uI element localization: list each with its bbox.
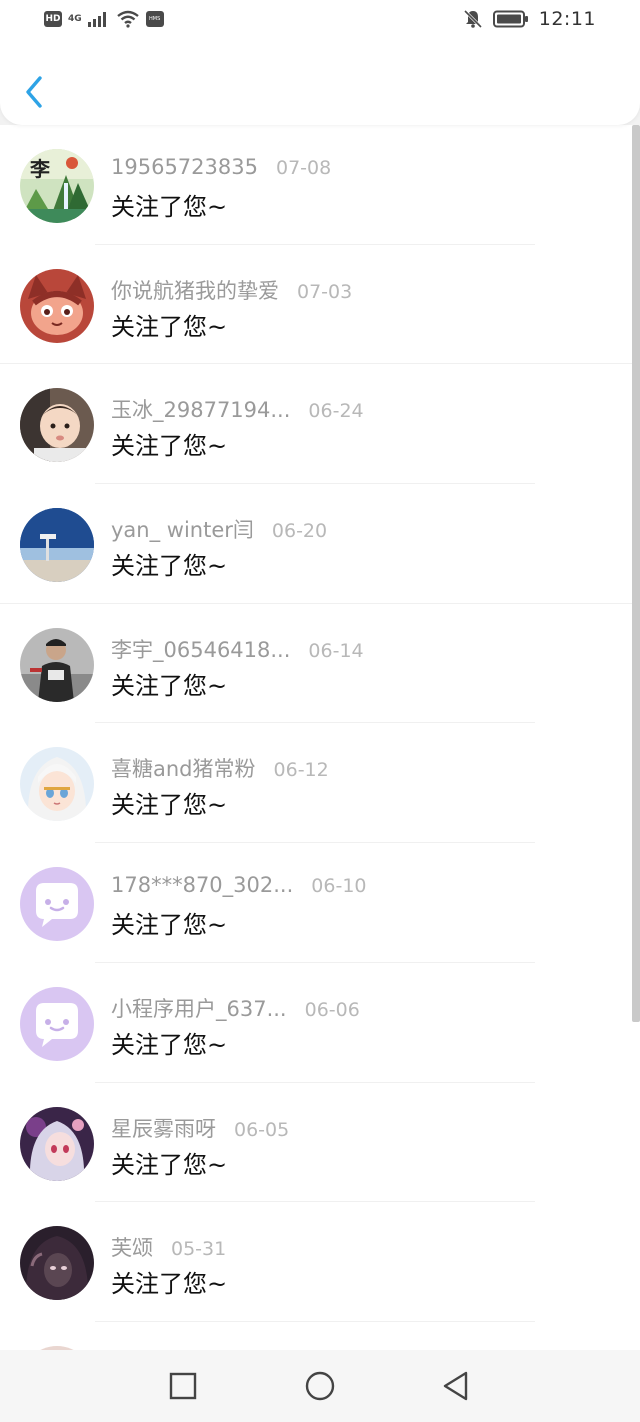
follow-message: 关注了您~	[111, 791, 228, 820]
app-header: HD 4G HMS 12:11	[0, 0, 640, 125]
battery-icon	[492, 10, 528, 28]
username[interactable]: 178***870_302...	[111, 873, 293, 897]
list-item-partial[interactable]	[0, 1322, 640, 1350]
avatar-calligraphy: 李	[30, 157, 50, 181]
follow-message: 关注了您~	[111, 911, 228, 940]
follow-message: 关注了您~	[111, 671, 228, 700]
system-navigation-bar	[0, 1350, 640, 1422]
follow-date: 06-24	[308, 400, 364, 423]
follow-notification-list: 李 19565723835 07-08 关注了您~ 你说航猪我的挚爱 07-03…	[0, 125, 640, 1350]
follow-message: 关注了您~	[111, 1030, 228, 1059]
list-item[interactable]: 玉冰_29877194... 06-24 关注了您~	[0, 364, 640, 484]
triangle-back-icon	[443, 1371, 468, 1401]
list-item[interactable]: 芙颂 05-31 关注了您~	[0, 1202, 640, 1322]
username[interactable]: 芙颂	[111, 1232, 153, 1262]
status-bar: HD 4G HMS 12:11	[0, 0, 640, 44]
list-item[interactable]: 星辰雾雨呀 06-05 关注了您~	[0, 1083, 640, 1203]
list-item[interactable]: 李宇_06546418... 06-14 关注了您~	[0, 604, 640, 724]
follow-message: 关注了您~	[111, 193, 228, 221]
follow-message: 关注了您~	[111, 552, 228, 581]
cartoon-avatar[interactable]	[20, 268, 94, 343]
follow-date: 07-03	[297, 280, 353, 303]
follow-message: 关注了您~	[111, 432, 228, 461]
follow-date: 05-31	[171, 1238, 227, 1261]
username[interactable]: 19565723835	[111, 155, 258, 179]
follow-date: 06-14	[308, 639, 364, 662]
wifi-icon	[116, 10, 139, 28]
default-chat-avatar[interactable]	[20, 986, 94, 1061]
home-button[interactable]	[304, 1370, 336, 1402]
follow-message: 关注了您~	[111, 312, 228, 341]
follow-date: 06-10	[311, 875, 367, 898]
scrollbar[interactable]	[632, 125, 640, 1022]
person-photo-avatar[interactable]	[20, 627, 94, 702]
username[interactable]: 玉冰_29877194...	[111, 394, 290, 424]
username[interactable]: 李宇_06546418...	[111, 634, 290, 664]
notifications-off-icon	[463, 9, 482, 29]
hd-icon: HD	[44, 11, 62, 27]
username[interactable]: yan_ winter闫	[111, 514, 254, 544]
follow-date: 06-05	[234, 1118, 290, 1141]
navigation-bar	[0, 60, 640, 120]
baby-photo-avatar[interactable]	[20, 388, 94, 463]
username[interactable]: 星辰雾雨呀	[111, 1113, 216, 1143]
hms-icon: HMS	[145, 11, 164, 27]
circle-icon	[305, 1371, 335, 1401]
anime-avatar[interactable]	[20, 747, 94, 822]
chevron-left-icon	[26, 76, 42, 108]
recent-apps-button[interactable]	[167, 1370, 199, 1402]
follow-message: 关注了您~	[111, 1150, 228, 1179]
sky-photo-avatar[interactable]	[20, 508, 94, 583]
list-item[interactable]: yan_ winter闫 06-20 关注了您~	[0, 484, 640, 604]
anime-avatar[interactable]	[20, 1226, 94, 1301]
username[interactable]: 小程序用户_637...	[111, 993, 287, 1023]
landscape-avatar[interactable]: 李	[20, 149, 94, 223]
network-type: 4G	[68, 13, 82, 24]
list-item[interactable]: 小程序用户_637... 06-06 关注了您~	[0, 963, 640, 1083]
anime-avatar[interactable]	[20, 1106, 94, 1181]
default-chat-avatar[interactable]	[20, 867, 94, 942]
square-icon	[169, 1372, 197, 1400]
back-nav-button[interactable]	[440, 1370, 472, 1402]
username[interactable]: 你说航猪我的挚爱	[111, 275, 279, 305]
list-item[interactable]: 178***870_302... 06-10 关注了您~	[0, 843, 640, 963]
username[interactable]: 喜糖and猪常粉	[111, 753, 256, 783]
follow-date: 06-06	[304, 998, 360, 1021]
follow-date: 06-12	[273, 759, 329, 782]
list-item[interactable]: 李 19565723835 07-08 关注了您~	[0, 125, 640, 245]
back-button[interactable]	[20, 72, 50, 112]
list-item[interactable]: 你说航猪我的挚爱 07-03 关注了您~	[0, 245, 640, 365]
signal-icon	[87, 12, 106, 27]
follow-message: 关注了您~	[111, 1270, 228, 1299]
follow-date: 07-08	[275, 157, 332, 179]
follow-date: 06-20	[271, 520, 328, 543]
list-item[interactable]: 喜糖and猪常粉 06-12 关注了您~	[0, 723, 640, 843]
clock: 12:11	[538, 8, 596, 30]
